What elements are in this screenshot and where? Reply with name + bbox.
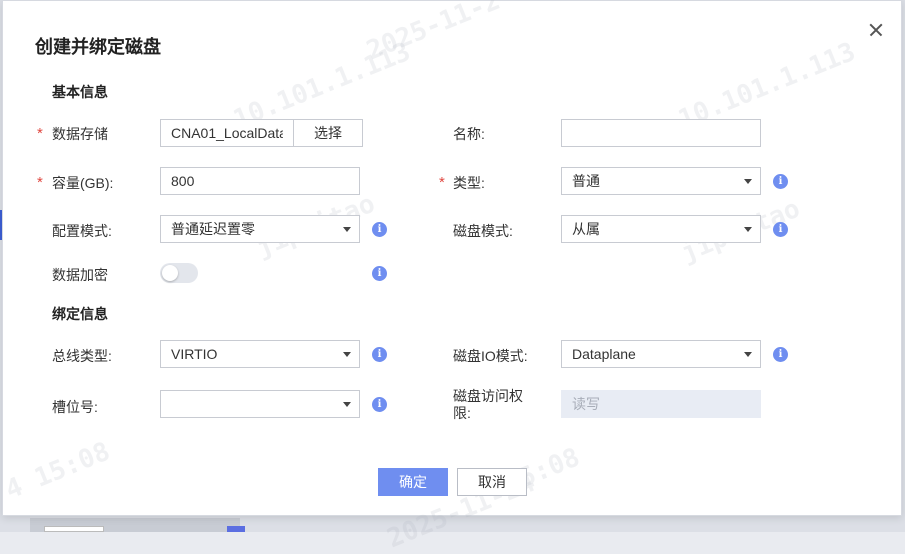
datastore-input[interactable]	[160, 119, 294, 147]
type-label: 类型:	[453, 175, 485, 191]
bus-type-select[interactable]: VIRTIO	[160, 340, 360, 368]
bus-type-label: 总线类型:	[52, 348, 112, 364]
capacity-label: 容量(GB):	[52, 175, 114, 191]
datastore-select-button[interactable]: 选择	[293, 119, 363, 147]
access-input	[561, 390, 761, 418]
chevron-down-icon	[343, 402, 351, 407]
required-mark: *	[439, 174, 445, 191]
capacity-input[interactable]	[160, 167, 360, 195]
type-select-value: 普通	[572, 173, 600, 189]
disk-mode-select[interactable]: 从属	[561, 215, 761, 243]
name-label: 名称:	[453, 126, 485, 142]
toggle-knob	[162, 265, 178, 281]
disk-mode-value: 从属	[572, 221, 600, 237]
disk-mode-label: 磁盘模式:	[453, 223, 513, 239]
disk-io-mode-value: Dataplane	[572, 346, 636, 362]
close-icon[interactable]	[865, 19, 887, 41]
watermark: 4 15:08	[1, 436, 115, 506]
background-pager-input	[44, 526, 104, 532]
info-icon[interactable]: i	[773, 174, 788, 189]
watermark: 2025-11-2	[362, 0, 505, 67]
slot-select[interactable]	[160, 390, 360, 418]
background-table-strip	[30, 518, 245, 532]
chevron-down-icon	[343, 227, 351, 232]
create-bind-disk-dialog: 2025-11-2 10.101.1.113 10.101.1.113 jipe…	[1, 0, 902, 554]
chevron-down-icon	[744, 352, 752, 357]
name-input[interactable]	[561, 119, 761, 147]
config-mode-label: 配置模式:	[52, 223, 112, 239]
chevron-down-icon	[744, 179, 752, 184]
background-pager-active	[227, 526, 245, 532]
slot-label: 槽位号:	[52, 399, 98, 415]
config-mode-select[interactable]: 普通延迟置零	[160, 215, 360, 243]
required-mark: *	[37, 125, 43, 142]
info-icon[interactable]: i	[372, 222, 387, 237]
section-basic-info: 基本信息	[52, 84, 108, 100]
access-label: 磁盘访问权限:	[453, 388, 523, 421]
confirm-button[interactable]: 确定	[378, 468, 448, 496]
info-icon[interactable]: i	[372, 266, 387, 281]
dialog-title: 创建并绑定磁盘	[35, 37, 161, 57]
encryption-toggle[interactable]	[160, 263, 198, 283]
disk-io-mode-select[interactable]: Dataplane	[561, 340, 761, 368]
disk-io-mode-label: 磁盘IO模式:	[453, 348, 528, 364]
chevron-down-icon	[343, 352, 351, 357]
cancel-button[interactable]: 取消	[457, 468, 527, 496]
datastore-label: 数据存储	[52, 126, 108, 142]
section-binding-info: 绑定信息	[52, 306, 108, 322]
info-icon[interactable]: i	[773, 347, 788, 362]
required-mark: *	[37, 174, 43, 191]
info-icon[interactable]: i	[372, 347, 387, 362]
type-select[interactable]: 普通	[561, 167, 761, 195]
chevron-down-icon	[744, 227, 752, 232]
config-mode-value: 普通延迟置零	[171, 221, 255, 237]
bus-type-value: VIRTIO	[171, 346, 218, 362]
encryption-label: 数据加密	[52, 267, 108, 283]
info-icon[interactable]: i	[372, 397, 387, 412]
info-icon[interactable]: i	[773, 222, 788, 237]
